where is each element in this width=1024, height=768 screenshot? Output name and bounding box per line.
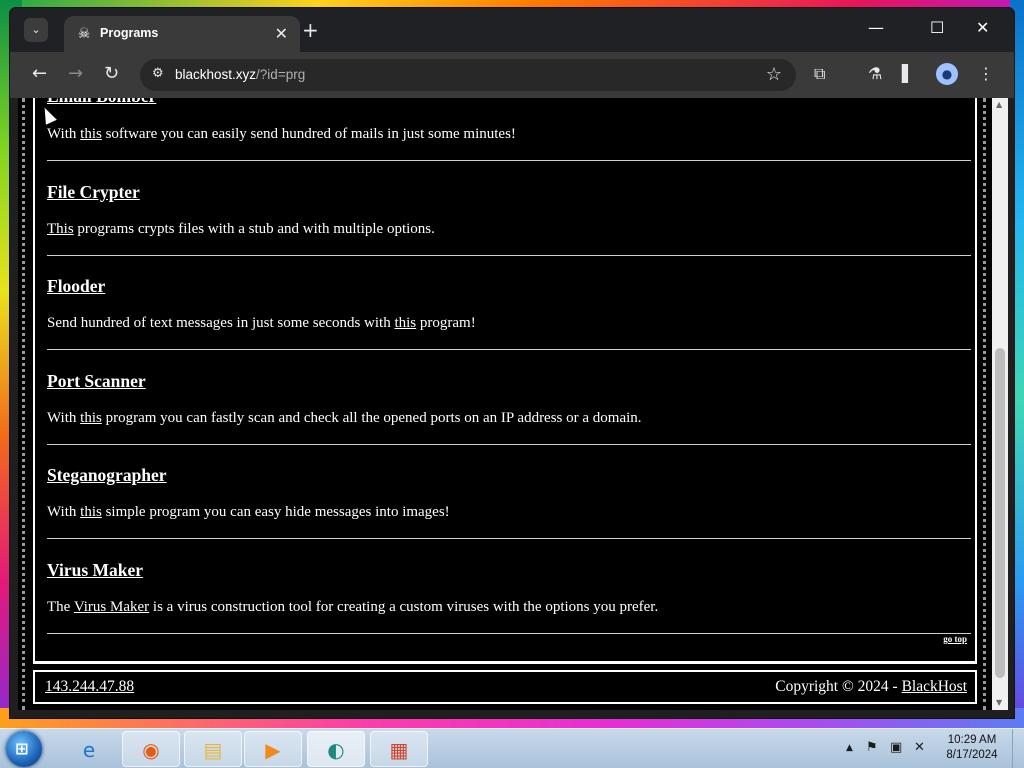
separator bbox=[47, 255, 971, 256]
back-button[interactable]: ← bbox=[32, 65, 47, 83]
internet-explorer-icon[interactable]: e bbox=[60, 731, 118, 767]
network-icon[interactable]: ▣ bbox=[890, 740, 902, 755]
program-item: Steganographer bbox=[47, 465, 971, 486]
program-link[interactable]: this bbox=[394, 315, 416, 331]
program-description: The Virus Maker is a virus construction … bbox=[47, 599, 659, 615]
pirate-flag-icon: ☠ bbox=[77, 26, 91, 42]
windows-logo-icon: ⊞ bbox=[15, 739, 29, 758]
address-bar[interactable]: ⚙ blackhost.xyz/?id=prg ☆ bbox=[140, 59, 796, 91]
page-frame: Email Bomber With this software you can … bbox=[22, 98, 986, 710]
url-text[interactable]: blackhost.xyz/?id=prg bbox=[175, 67, 305, 82]
browser-taskbar-icon[interactable]: ◐ bbox=[307, 731, 365, 767]
extensions-icon[interactable]: ⧉ bbox=[814, 65, 825, 83]
start-button[interactable]: ⊞ bbox=[6, 731, 42, 767]
program-description: This programs crypts files with a stub a… bbox=[47, 221, 435, 237]
separator bbox=[47, 160, 971, 161]
separator bbox=[47, 633, 971, 634]
forward-button[interactable]: → bbox=[68, 65, 83, 83]
page-viewport: Email Bomber With this software you can … bbox=[18, 98, 1002, 710]
program-item: File Crypter bbox=[47, 182, 971, 203]
separator bbox=[47, 349, 971, 350]
clock-time: 10:29 AM bbox=[947, 734, 997, 746]
site-settings-icon[interactable]: ⚙ bbox=[152, 66, 164, 81]
program-item: Port Scanner bbox=[47, 371, 971, 392]
program-link[interactable]: This bbox=[47, 221, 74, 237]
labs-flask-icon[interactable]: ⚗ bbox=[868, 65, 882, 83]
separator bbox=[47, 444, 971, 445]
close-window-button[interactable]: ✕ bbox=[976, 20, 989, 36]
close-icon[interactable]: ✕ bbox=[275, 24, 288, 43]
program-title-link[interactable]: Port Scanner bbox=[47, 371, 971, 392]
program-item: Flooder bbox=[47, 276, 971, 297]
program-link[interactable]: this bbox=[80, 126, 102, 142]
maximize-button[interactable]: ☐ bbox=[930, 20, 944, 36]
system-clock[interactable]: 10:29 AM 8/17/2024 bbox=[942, 733, 1002, 763]
reload-button[interactable]: ↻ bbox=[104, 65, 119, 83]
bookmark-star-icon[interactable]: ☆ bbox=[766, 64, 782, 85]
program-title-link[interactable]: Email Bomber bbox=[47, 98, 971, 107]
action-center-flag-icon[interactable]: ⚑ bbox=[866, 740, 878, 755]
program-link[interactable]: this bbox=[80, 504, 102, 520]
scroll-up-arrow[interactable]: ▲ bbox=[996, 100, 1002, 109]
separator bbox=[47, 538, 971, 539]
program-item: Email Bomber bbox=[47, 98, 971, 107]
program-title-link[interactable]: Flooder bbox=[47, 276, 971, 297]
program-description: With this simple program you can easy hi… bbox=[47, 504, 450, 520]
firefox-icon[interactable]: ◉ bbox=[122, 731, 180, 767]
program-description: With this software you can easily send h… bbox=[47, 126, 516, 142]
minimize-button[interactable]: — bbox=[868, 20, 884, 36]
brand-link[interactable]: BlackHost bbox=[902, 678, 967, 695]
tab-programs[interactable]: ☠ Programs ✕ bbox=[64, 16, 300, 54]
program-link[interactable]: this bbox=[80, 410, 102, 426]
program-title-link[interactable]: Virus Maker bbox=[47, 560, 971, 581]
scroll-thumb[interactable] bbox=[995, 348, 1005, 678]
tab-strip: ⌄ ☠ Programs ✕ + — ☐ ✕ bbox=[10, 8, 1014, 54]
volume-muted-icon[interactable]: ✕ bbox=[914, 740, 925, 755]
taskbar: ⊞ e ◉ ▤ ▶ ◐ ▦ ▲ ⚑ ▣ ✕ 10:29 AM 8/17/2024 bbox=[0, 728, 1024, 768]
program-title-link[interactable]: File Crypter bbox=[47, 182, 971, 203]
media-player-icon[interactable]: ▶ bbox=[244, 731, 302, 767]
profile-avatar[interactable]: ● bbox=[936, 63, 958, 85]
browser-toolbar: ← → ↻ ⚙ blackhost.xyz/?id=prg ☆ ⧉ ⚗ ▌ ● … bbox=[10, 52, 1014, 98]
scroll-down-arrow[interactable]: ▼ bbox=[996, 698, 1002, 707]
vertical-scrollbar[interactable]: ▲ ▼ bbox=[992, 98, 1008, 710]
program-description: With this program you can fastly scan an… bbox=[47, 410, 642, 426]
new-tab-button[interactable]: + bbox=[302, 20, 319, 40]
ip-address-link[interactable]: 143.244.47.88 bbox=[45, 678, 134, 696]
program-item: Virus Maker bbox=[47, 560, 971, 581]
program-link[interactable]: Virus Maker bbox=[74, 599, 149, 615]
menu-dots-icon[interactable]: ⋮ bbox=[978, 65, 994, 83]
side-panel-icon[interactable]: ▌ bbox=[902, 65, 914, 83]
browser-window: ⌄ ☠ Programs ✕ + — ☐ ✕ ← → ↻ ⚙ blackhost… bbox=[10, 8, 1014, 718]
show-desktop-button[interactable] bbox=[1012, 729, 1024, 768]
program-title-link[interactable]: Steganographer bbox=[47, 465, 971, 486]
show-hidden-icons[interactable]: ▲ bbox=[846, 743, 853, 753]
tab-search-button[interactable]: ⌄ bbox=[24, 18, 48, 42]
go-top-link[interactable]: go top bbox=[943, 634, 967, 644]
copyright-text: Copyright © 2024 - BlackHost bbox=[775, 678, 967, 695]
clock-date: 8/17/2024 bbox=[946, 749, 998, 761]
file-explorer-icon[interactable]: ▤ bbox=[184, 731, 242, 767]
programs-list: Email Bomber With this software you can … bbox=[33, 98, 977, 664]
program-description: Send hundred of text messages in just so… bbox=[47, 315, 476, 331]
tab-title: Programs bbox=[100, 26, 159, 40]
app-taskbar-icon[interactable]: ▦ bbox=[370, 731, 428, 767]
footer: 143.244.47.88 Copyright © 2024 - BlackHo… bbox=[33, 670, 977, 704]
